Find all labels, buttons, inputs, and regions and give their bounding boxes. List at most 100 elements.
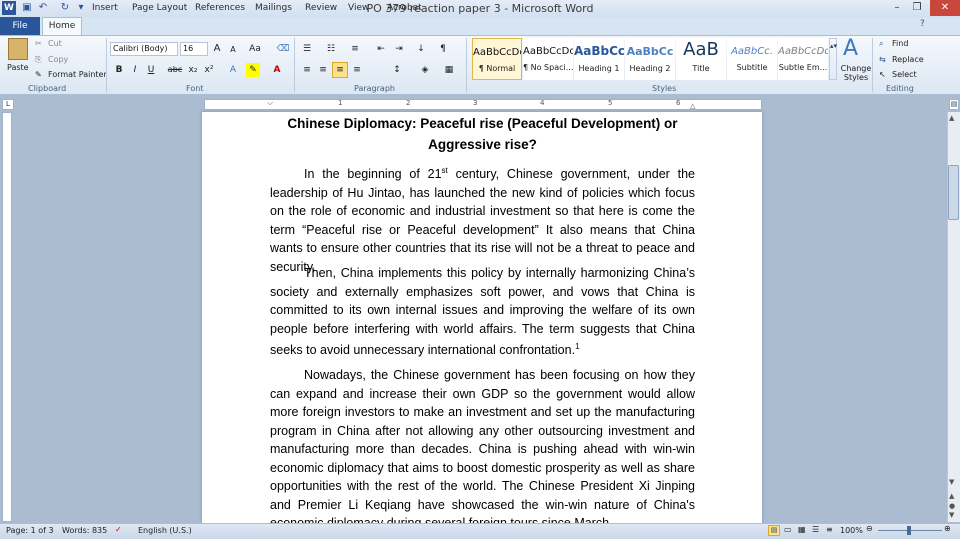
shrink-font-icon[interactable]: A xyxy=(226,43,240,57)
style-title[interactable]: AaB Title xyxy=(676,38,726,80)
text-effects-icon[interactable]: A xyxy=(226,63,240,77)
italic-button[interactable]: I xyxy=(128,63,142,77)
style-heading-2[interactable]: AaBbCc Heading 2 xyxy=(625,38,675,80)
copy-button[interactable]: Copy xyxy=(48,55,68,64)
find-icon[interactable]: ⌕ xyxy=(879,39,883,49)
close-button[interactable]: ✕ xyxy=(930,0,960,16)
indent-marker-icon[interactable]: ⌵ xyxy=(267,98,273,108)
clear-formatting-icon[interactable]: ⌫ xyxy=(276,42,290,56)
format-painter-button[interactable]: Format Painter xyxy=(48,70,107,79)
view-ruler-icon[interactable]: ▤ xyxy=(949,99,959,110)
align-right-icon[interactable]: ≡ xyxy=(350,63,364,77)
align-center-icon[interactable]: ≡ xyxy=(316,63,330,77)
tab-view[interactable]: View xyxy=(348,3,369,13)
replace-icon[interactable]: ⇆ xyxy=(879,55,886,64)
select-icon[interactable]: ↖ xyxy=(879,70,886,79)
style-subtle-emphasis[interactable]: AaBbCcDc Subtle Em... xyxy=(778,38,828,80)
vertical-ruler[interactable] xyxy=(2,112,12,522)
tab-acrobat[interactable]: Acrobat xyxy=(387,3,422,13)
tab-insert[interactable]: Insert xyxy=(92,3,118,13)
tab-home[interactable]: Home xyxy=(42,17,82,36)
print-layout-icon[interactable]: ▤ xyxy=(768,525,780,536)
tab-selector-icon[interactable]: L xyxy=(2,99,14,110)
style-normal[interactable]: AaBbCcDc ¶ Normal xyxy=(472,38,522,80)
subscript-button[interactable]: x₂ xyxy=(186,63,200,77)
bullets-icon[interactable]: ☰ xyxy=(300,42,314,56)
multilevel-list-icon[interactable]: ≡ xyxy=(348,42,362,56)
next-page-icon[interactable]: ▼ xyxy=(949,511,954,519)
right-indent-marker-icon[interactable]: △ xyxy=(690,102,695,110)
find-button[interactable]: Find xyxy=(892,39,908,48)
styles-scroll-icon[interactable]: ▴▾ xyxy=(829,38,837,80)
line-spacing-icon[interactable]: ↕ xyxy=(390,63,404,77)
paste-button[interactable]: Paste xyxy=(7,63,29,72)
browse-object-icon[interactable]: ● xyxy=(949,502,955,510)
help-icon[interactable]: ? xyxy=(920,19,925,29)
page-count[interactable]: Page: 1 of 3 xyxy=(6,526,54,535)
tab-references[interactable]: References xyxy=(195,3,245,13)
scroll-thumb[interactable] xyxy=(948,165,959,220)
style-no-spacing[interactable]: AaBbCcDc ¶ No Spaci... xyxy=(523,38,573,80)
redo-icon[interactable]: ↻ xyxy=(58,1,72,15)
underline-button[interactable]: U xyxy=(144,63,158,77)
sort-icon[interactable]: ↓ xyxy=(414,42,428,56)
zoom-in-icon[interactable]: ⊕ xyxy=(944,524,951,533)
style-subtitle[interactable]: AaBbCc. Subtitle xyxy=(727,38,777,80)
format-painter-icon[interactable]: ✎ xyxy=(35,70,42,79)
copy-icon[interactable]: ⎘ xyxy=(35,55,41,65)
change-styles-icon[interactable]: A xyxy=(843,36,858,61)
outline-icon[interactable]: ☰ xyxy=(812,525,819,534)
style-heading-1[interactable]: AaBbCc Heading 1 xyxy=(574,38,624,80)
font-size-combo[interactable]: 16 xyxy=(180,42,208,56)
editing-group-label: Editing xyxy=(886,84,914,93)
shading-icon[interactable]: ◈ xyxy=(418,63,432,77)
document-page[interactable]: Chinese Diplomacy: Peaceful rise (Peacef… xyxy=(202,112,762,523)
replace-button[interactable]: Replace xyxy=(892,55,924,64)
tab-file[interactable]: File xyxy=(0,17,40,35)
ruler-number: 1 xyxy=(338,99,343,107)
word-count[interactable]: Words: 835 xyxy=(62,526,107,535)
scroll-up-icon[interactable]: ▲ xyxy=(949,114,954,122)
superscript-button[interactable]: x² xyxy=(202,63,216,77)
increase-indent-icon[interactable]: ⇥ xyxy=(392,42,406,56)
proofing-icon[interactable]: ✓ xyxy=(115,525,122,534)
grow-font-icon[interactable]: A xyxy=(210,42,224,56)
font-name-combo[interactable]: Calibri (Body) xyxy=(110,42,178,56)
tab-page-layout[interactable]: Page Layout xyxy=(132,3,187,13)
zoom-level[interactable]: 100% xyxy=(840,526,863,535)
numbering-icon[interactable]: ☷ xyxy=(324,42,338,56)
tab-mailings[interactable]: Mailings xyxy=(255,3,292,13)
maximize-button[interactable]: ❐ xyxy=(904,0,930,16)
decrease-indent-icon[interactable]: ⇤ xyxy=(374,42,388,56)
borders-icon[interactable]: ▦ xyxy=(442,63,456,77)
select-button[interactable]: Select xyxy=(892,70,917,79)
paste-icon[interactable] xyxy=(8,38,28,60)
show-formatting-button[interactable]: ¶ xyxy=(436,42,450,56)
customize-icon[interactable]: ▾ xyxy=(74,1,88,15)
language-status[interactable]: English (U.S.) xyxy=(138,526,192,535)
previous-page-icon[interactable]: ▲ xyxy=(949,492,954,500)
justify-icon[interactable]: ≡ xyxy=(332,62,348,78)
cut-icon[interactable]: ✂ xyxy=(35,39,42,48)
change-styles-button[interactable]: Change Styles xyxy=(840,64,872,82)
draft-icon[interactable]: ≡ xyxy=(826,525,833,534)
word-icon[interactable]: W xyxy=(2,1,16,15)
zoom-slider-thumb[interactable] xyxy=(907,526,911,535)
scroll-down-icon[interactable]: ▼ xyxy=(949,478,954,486)
change-case-icon[interactable]: Aa xyxy=(248,42,262,56)
save-icon[interactable]: ▣ xyxy=(20,1,34,15)
highlight-icon[interactable]: ✎ xyxy=(246,63,260,77)
undo-icon[interactable]: ↶ xyxy=(36,1,50,15)
strikethrough-button[interactable]: abc xyxy=(166,63,184,77)
zoom-out-icon[interactable]: ⊖ xyxy=(866,524,873,533)
font-color-icon[interactable]: A xyxy=(270,63,284,77)
tab-review[interactable]: Review xyxy=(305,3,337,13)
bold-button[interactable]: B xyxy=(112,63,126,77)
footnote-reference[interactable]: 1 xyxy=(575,342,579,351)
full-screen-reading-icon[interactable]: ▭ xyxy=(784,525,792,534)
align-left-icon[interactable]: ≡ xyxy=(300,63,314,77)
document-title: Chinese Diplomacy: Peaceful rise (Peacef… xyxy=(270,113,695,155)
cut-button[interactable]: Cut xyxy=(48,39,62,48)
web-layout-icon[interactable]: ▦ xyxy=(798,525,806,534)
paragraph-group-label: Paragraph xyxy=(354,84,395,93)
